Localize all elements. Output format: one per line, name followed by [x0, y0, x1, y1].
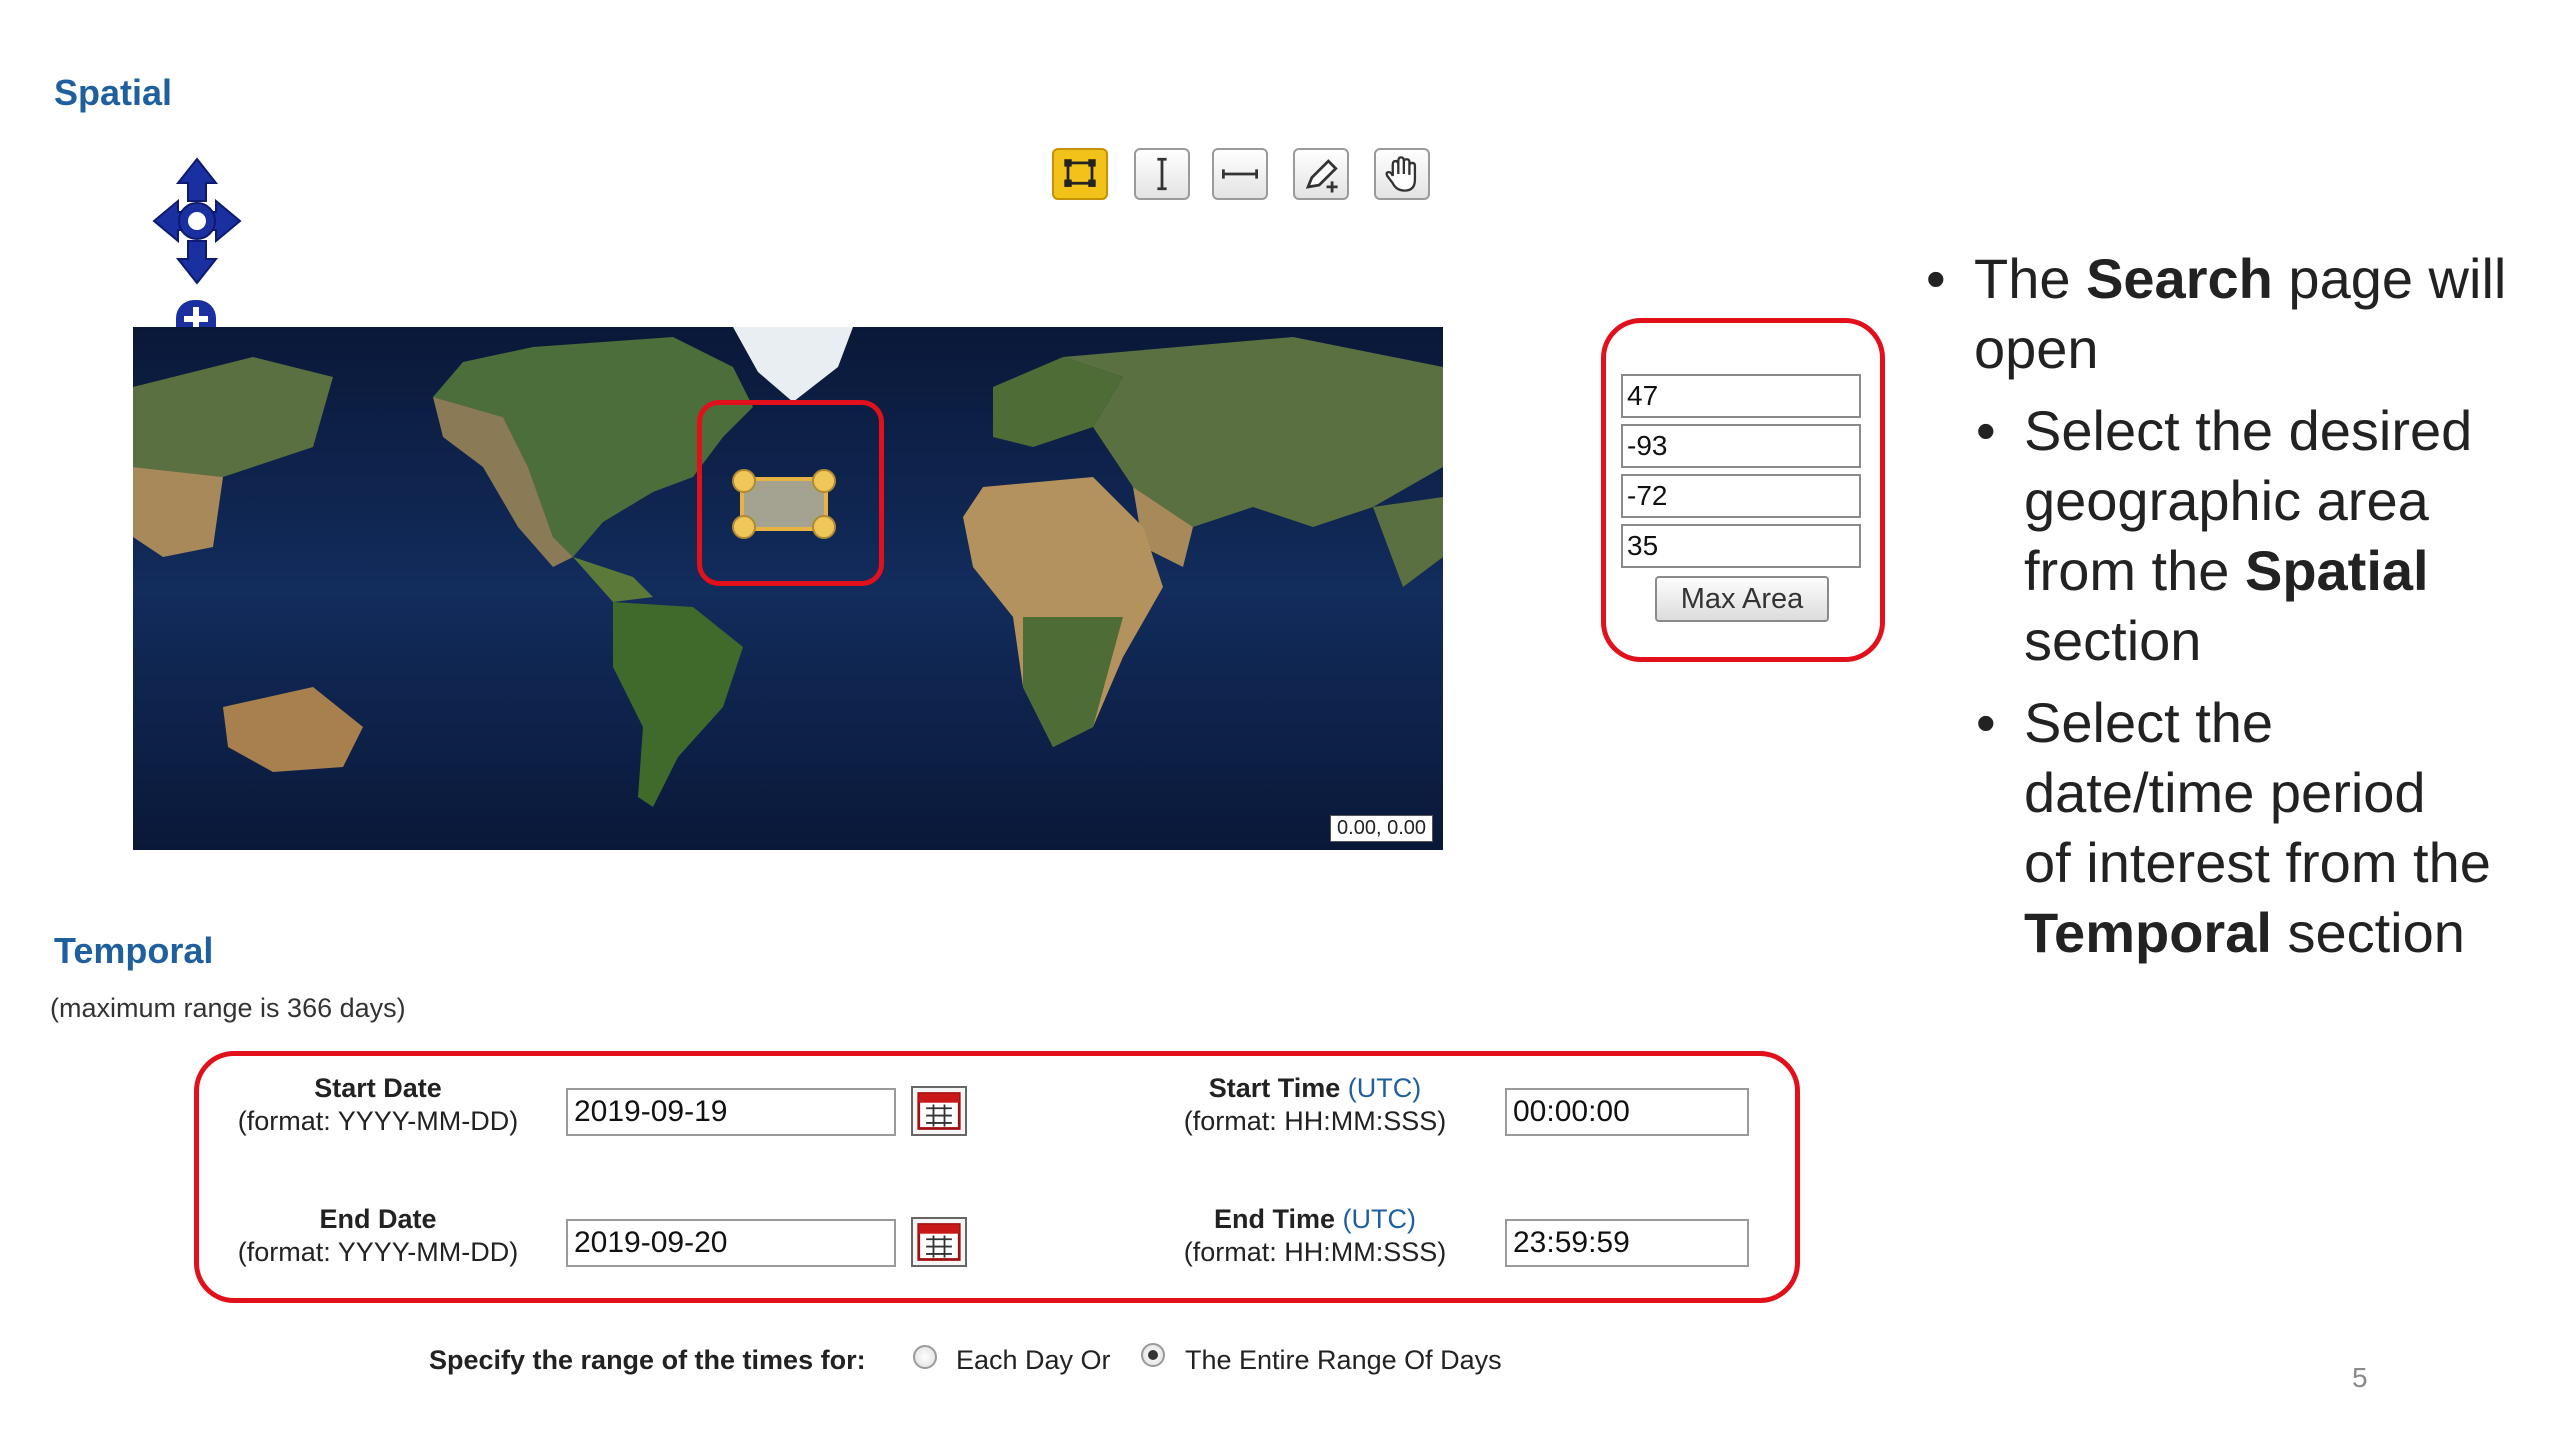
vertical-line-icon [1157, 157, 1167, 191]
hand-icon [1385, 156, 1417, 192]
start-time-label-group: Start Time (UTC) (format: HH:MM:SSS) [1150, 1072, 1480, 1138]
bullet-sub2-line1: Select the [2024, 691, 2274, 754]
bullet-main: • The Search page will open [1926, 244, 2506, 384]
end-date-label: End Date [319, 1204, 437, 1234]
bullet-sub1-bold: Spatial [2244, 539, 2429, 602]
start-date-label-group: Start Date (format: YYYY-MM-DD) [220, 1072, 536, 1138]
bullet-sub2-line2: date/time period [2024, 761, 2426, 824]
end-time-utc-link[interactable]: (UTC) [1343, 1204, 1416, 1234]
calendar-icon [917, 1223, 961, 1261]
pan-arrows-icon[interactable] [150, 155, 244, 287]
start-time-input[interactable] [1505, 1088, 1749, 1136]
start-time-utc-link[interactable]: (UTC) [1348, 1073, 1421, 1103]
end-time-label: End Time [1213, 1204, 1336, 1234]
bullet-sub1-line2: geographic area [2024, 469, 2429, 532]
bullet-sub1-line3-prefix: from the [2024, 539, 2245, 602]
bullet-sub2-line4-suffix: section [2271, 901, 2465, 964]
start-date-calendar-button[interactable] [911, 1086, 967, 1136]
bullet-dot: • [1976, 399, 1996, 462]
each-day-label[interactable]: Each Day Or [956, 1345, 1111, 1376]
end-date-calendar-button[interactable] [911, 1217, 967, 1267]
end-date-label-group: End Date (format: YYYY-MM-DD) [220, 1203, 536, 1269]
each-day-radio[interactable] [913, 1345, 937, 1369]
bullet-sub2-line3: of interest from the [2024, 831, 2491, 894]
bullet-sub1-line1: Select the desired [2024, 399, 2473, 462]
bullet-sub2-bold: Temporal [2024, 901, 2272, 964]
range-label: Specify the range of the times for: [429, 1345, 866, 1375]
entire-range-label[interactable]: The Entire Range Of Days [1185, 1345, 1502, 1376]
bullet-sub1-text: Select the desired geographic area from … [2024, 396, 2472, 676]
bullet-main-text: The Search page will open [1974, 244, 2506, 384]
draw-tool-button[interactable] [1293, 148, 1349, 200]
map-selection-highlight [697, 400, 884, 586]
rectangle-select-tool-button[interactable] [1052, 148, 1108, 200]
horizontal-line-icon [1222, 169, 1258, 179]
start-date-format: (format: YYYY-MM-DD) [237, 1106, 519, 1136]
bullet-sub2-text: Select the date/time period of interest … [2024, 688, 2491, 968]
bullet-dot: • [1926, 247, 1946, 310]
east-coordinate-input[interactable] [1621, 474, 1861, 518]
temporal-range-note: (maximum range is 366 days) [50, 993, 406, 1023]
bullet-sub1: • Select the desired geographic area fro… [1976, 396, 2472, 676]
end-date-input[interactable] [566, 1219, 896, 1267]
vertical-line-tool-button[interactable] [1134, 148, 1190, 200]
end-time-format: (format: HH:MM:SSS) [1183, 1237, 1447, 1267]
page-number: 5 [2352, 1362, 2368, 1393]
start-time-format: (format: HH:MM:SSS) [1183, 1106, 1447, 1136]
bullet-main-bold: Search [2086, 247, 2273, 310]
north-coordinate-input[interactable] [1621, 374, 1861, 418]
temporal-heading: Temporal [54, 930, 214, 971]
south-asia-land [133, 467, 223, 557]
pan-hand-tool-button[interactable] [1374, 148, 1430, 200]
start-date-label: Start Date [314, 1073, 442, 1103]
coordinate-readout: 0.00, 0.00 [1330, 815, 1433, 842]
end-time-label-group: End Time (UTC) (format: HH:MM:SSS) [1150, 1203, 1480, 1269]
start-time-label: Start Time [1208, 1073, 1341, 1103]
bullet-main-prefix: The [1974, 247, 2087, 310]
bullet-sub1-line4: section [2024, 609, 2202, 672]
calendar-icon [917, 1092, 961, 1130]
bullet-main-suffix: page will [2272, 247, 2507, 310]
max-area-button[interactable]: Max Area [1655, 576, 1829, 622]
horizontal-line-tool-button[interactable] [1212, 148, 1268, 200]
entire-range-radio[interactable] [1141, 1343, 1165, 1367]
rectangle-select-icon [1064, 159, 1096, 187]
pencil-icon [1305, 159, 1338, 193]
bullet-sub2: • Select the date/time period of interes… [1976, 688, 2491, 968]
south-coordinate-input[interactable] [1621, 524, 1861, 568]
bullet-dot: • [1976, 691, 1996, 754]
end-time-input[interactable] [1505, 1219, 1749, 1267]
west-coordinate-input[interactable] [1621, 424, 1861, 468]
bullet-main-line2: open [1974, 317, 2099, 380]
spatial-heading: Spatial [54, 72, 173, 113]
end-date-format: (format: YYYY-MM-DD) [237, 1237, 519, 1267]
start-date-input[interactable] [566, 1088, 896, 1136]
